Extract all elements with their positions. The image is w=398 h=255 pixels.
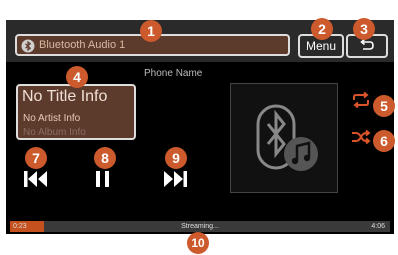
phone-name: Phone Name [144, 68, 203, 79]
source-label: Bluetooth Audio 1 [39, 39, 126, 51]
pause-icon[interactable] [95, 170, 111, 188]
elapsed-time: 0:23 [13, 223, 27, 230]
streaming-status: Streaming... [181, 223, 219, 230]
callout-9: 9 [165, 147, 187, 169]
track-info: No Title Info No Artist Info No Album In… [16, 84, 136, 140]
track-artist: No Artist Info [23, 113, 81, 124]
progress-bar[interactable]: Streaming... 0:23 4:06 [10, 221, 390, 232]
bluetooth-music-icon [256, 104, 318, 171]
callout-2: 2 [311, 18, 333, 40]
callout-7: 7 [25, 147, 47, 169]
previous-track-icon[interactable] [24, 170, 48, 188]
track-title: No Title Info [22, 88, 108, 105]
total-duration: 4:06 [371, 223, 385, 230]
callout-1: 1 [140, 20, 162, 42]
bluetooth-icon [21, 39, 35, 53]
callout-10: 10 [187, 232, 209, 254]
callout-4: 4 [66, 66, 88, 88]
back-arrow-icon [360, 39, 374, 50]
shuffle-icon[interactable] [351, 129, 371, 145]
track-album: No Album Info [23, 127, 86, 138]
next-track-icon[interactable] [163, 170, 187, 188]
callout-8: 8 [94, 147, 116, 169]
callout-3: 3 [353, 18, 375, 40]
callout-6: 6 [373, 130, 395, 152]
callout-5: 5 [373, 95, 395, 117]
album-art [230, 83, 338, 193]
repeat-icon[interactable] [351, 92, 371, 108]
